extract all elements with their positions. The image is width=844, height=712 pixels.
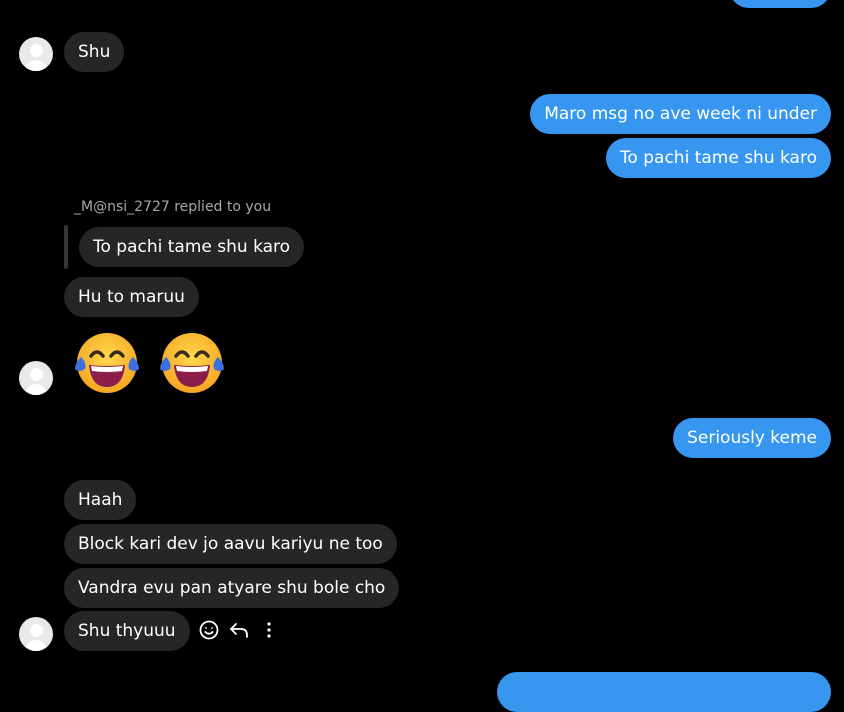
react-smiley-icon[interactable] xyxy=(197,618,221,642)
sent-message[interactable]: Seriously keme xyxy=(673,418,831,458)
reply-quote-bar xyxy=(64,225,68,269)
avatar[interactable] xyxy=(19,617,53,651)
reply-arrow-icon[interactable] xyxy=(227,618,251,642)
avatar[interactable] xyxy=(19,37,53,71)
cropped-sent-message-bottom[interactable] xyxy=(497,672,831,712)
received-message[interactable]: Hu to maruu xyxy=(64,277,199,317)
received-message[interactable]: Shu thyuuu xyxy=(64,611,190,651)
received-message[interactable]: Haah xyxy=(64,480,137,520)
tears-of-joy-emoji-icon[interactable] xyxy=(73,327,141,395)
reply-indicator-label: _M@nsi_2727 replied to you xyxy=(74,199,272,215)
received-message[interactable]: Shu xyxy=(64,32,125,72)
received-message[interactable]: Vandra evu pan atyare shu bole cho xyxy=(64,568,400,608)
sent-message[interactable]: To pachi tame shu karo xyxy=(605,138,831,178)
cropped-sent-message-top[interactable] xyxy=(729,0,831,8)
quoted-message[interactable]: To pachi tame shu karo xyxy=(79,227,305,267)
tears-of-joy-emoji-icon[interactable] xyxy=(158,327,226,395)
received-message[interactable]: Block kari dev jo aavu kariyu ne too xyxy=(64,524,397,564)
avatar[interactable] xyxy=(19,361,53,395)
sent-message[interactable]: Maro msg no ave week ni under xyxy=(530,94,831,134)
more-vertical-icon[interactable] xyxy=(257,618,281,642)
